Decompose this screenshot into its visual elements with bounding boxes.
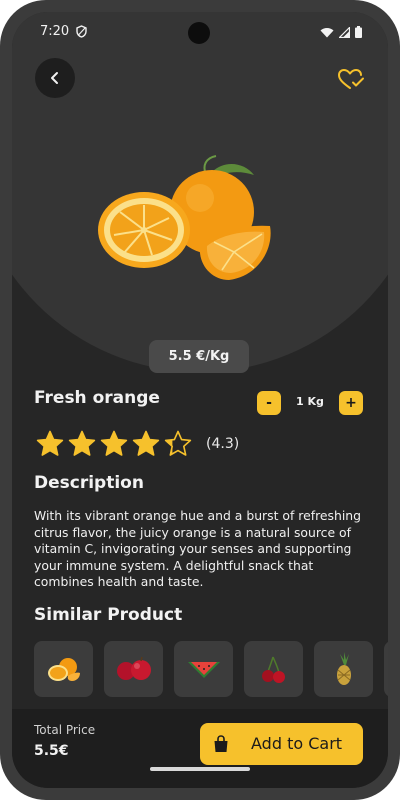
orange-icon: [47, 658, 80, 681]
app-screen: 7:20 5.5 €/Kg Fresh orange - 1 Kg + (4.3…: [12, 12, 388, 788]
back-button[interactable]: [35, 58, 75, 98]
orange-image: [98, 155, 271, 280]
similar-product-pineapple[interactable]: [314, 641, 373, 697]
apple-icon: [116, 656, 151, 680]
star-partial-icon: [164, 430, 192, 456]
similar-product-watermelon[interactable]: [174, 641, 233, 697]
home-indicator[interactable]: [150, 767, 250, 771]
cherry-icon: [261, 656, 285, 683]
status-icons: [320, 26, 362, 38]
phone-frame: 7:20 5.5 €/Kg Fresh orange - 1 Kg + (4.3…: [0, 0, 400, 800]
shopping-bag-icon: [214, 735, 228, 752]
wifi-icon: [320, 27, 334, 37]
product-name: Fresh orange: [34, 388, 160, 408]
increase-quantity-button[interactable]: +: [339, 391, 363, 415]
total-price-value: 5.5€: [34, 743, 69, 759]
similar-product-orange[interactable]: [34, 641, 93, 697]
heart-check-icon: [338, 69, 364, 89]
status-bar: 7:20: [12, 12, 388, 52]
quantity-value: 1 Kg: [296, 395, 324, 408]
quantity-stepper: - 1 Kg +: [257, 391, 363, 415]
star-full-icon: [100, 430, 128, 456]
similar-product-apple[interactable]: [104, 641, 163, 697]
similar-product-partial[interactable]: [384, 641, 388, 697]
add-to-cart-label: Add to Cart: [251, 734, 343, 753]
decrease-quantity-button[interactable]: -: [257, 391, 281, 415]
rating-stars: [36, 430, 192, 458]
watermelon-icon: [187, 662, 220, 678]
star-full-icon: [68, 430, 96, 456]
star-full-icon: [36, 430, 64, 456]
similar-products-title: Similar Product: [34, 605, 183, 625]
front-camera: [188, 22, 210, 44]
total-price-label: Total Price: [34, 723, 96, 737]
battery-icon: [355, 26, 362, 38]
add-to-cart-button[interactable]: Add to Cart: [200, 723, 363, 765]
description-title: Description: [34, 473, 144, 493]
shield-icon: [76, 25, 87, 38]
checkout-bar: Total Price 5.5€ Add to Cart: [12, 709, 388, 788]
status-time: 7:20: [40, 24, 70, 39]
signal-icon: [339, 26, 350, 38]
description-text: With its vibrant orange hue and a burst …: [34, 508, 362, 589]
product-rating: (4.3): [36, 430, 239, 458]
chevron-left-icon: [51, 72, 58, 84]
favorite-button[interactable]: [336, 64, 366, 94]
pineapple-icon: [336, 652, 351, 685]
price-per-kg-badge: 5.5 €/Kg: [149, 340, 249, 373]
star-full-icon: [132, 430, 160, 456]
rating-value: (4.3): [206, 436, 240, 452]
similar-product-cherry[interactable]: [244, 641, 303, 697]
similar-products-list: [34, 641, 388, 699]
